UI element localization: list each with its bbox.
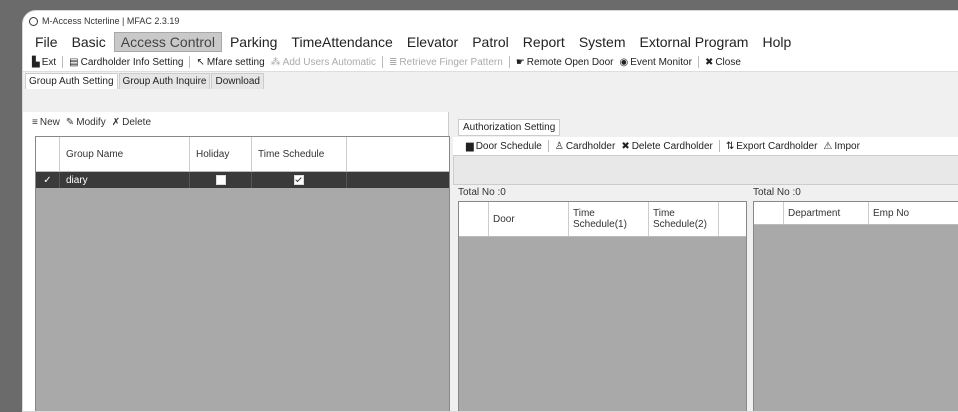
tab-group-auth-setting[interactable]: Group Auth Setting — [25, 73, 118, 89]
retrieve-finger-button[interactable]: ≣ Retrieve Finger Pattern — [386, 57, 506, 68]
menu-basic[interactable]: Basic — [66, 33, 112, 51]
cardholder-info-button[interactable]: ▤ Cardholder Info Setting — [66, 57, 186, 68]
exit-button[interactable]: ▙ Ext — [29, 57, 59, 68]
new-icon: ≡ — [32, 116, 38, 128]
app-icon — [29, 16, 38, 26]
new-button[interactable]: ≡ New — [29, 117, 63, 128]
close-button[interactable]: ✖ Close — [702, 57, 744, 68]
holiday-cell — [190, 172, 252, 188]
remote-open-door-button[interactable]: ☛ Remote Open Door — [513, 57, 617, 68]
person-icon: ♙ — [554, 140, 564, 152]
toolbar-separator — [189, 56, 191, 68]
delete-icon: ✗ — [111, 116, 121, 128]
column-time-schedule-2[interactable]: Time Schedule(2) — [649, 202, 719, 236]
toolbar-separator — [508, 56, 510, 68]
menu-patrol[interactable]: Patrol — [466, 33, 515, 51]
menu-system[interactable]: System — [573, 33, 632, 51]
menu-elevator[interactable]: Elevator — [401, 33, 464, 51]
group-panel: ≡ New ✎ Modify ✗ Delete Group Name Holiday … — [23, 112, 450, 411]
close-icon: ✖ — [704, 56, 714, 68]
add-users-button[interactable]: ⁂ Add Users Automatic — [268, 57, 379, 68]
toolbar-separator — [382, 56, 384, 68]
row-selector: ✓ — [36, 172, 60, 188]
door-schedule-button[interactable]: ▆ Door Schedule — [463, 141, 545, 152]
modify-button[interactable]: ✎ Modify — [63, 117, 109, 128]
column-door[interactable]: Door — [489, 202, 569, 236]
menu-help[interactable]: Holp — [756, 33, 797, 51]
column-group-name[interactable]: Group Name — [60, 137, 190, 171]
tab-group-auth-inquire[interactable]: Group Auth Inquire — [118, 73, 211, 89]
group-toolbar: ≡ New ✎ Modify ✗ Delete — [23, 112, 448, 132]
toolbar-separator — [718, 140, 720, 152]
delete-cardholder-button[interactable]: ✖ Delete Cardholder — [618, 141, 716, 152]
remote-icon: ☛ — [515, 56, 525, 68]
app-window: M-Access Ncterline | MFAC 2.3.19 File Ba… — [22, 10, 958, 412]
tab-authorization-setting[interactable]: Authorization Setting — [458, 119, 561, 136]
cardholder-info-icon: ▤ — [69, 56, 79, 68]
cardholder-button[interactable]: ♙ Cardholder — [552, 141, 618, 152]
column-time-schedule-1[interactable]: Time Schedule(1) — [569, 202, 649, 236]
column-department[interactable]: Department — [784, 202, 869, 224]
door-grid[interactable]: Door Time Schedule(1) Time Schedule(2) — [458, 201, 747, 411]
toolbar-separator — [697, 56, 699, 68]
menu-time-attendance[interactable]: TimeAttendance — [285, 33, 398, 51]
import-button[interactable]: ⚠ Impor — [820, 141, 863, 152]
row-header-cell — [459, 202, 489, 236]
mifare-icon: ↖ — [196, 56, 205, 68]
warning-icon: ⚠ — [823, 140, 833, 152]
menu-report[interactable]: Report — [517, 33, 571, 51]
time-schedule-checkbox[interactable] — [294, 175, 304, 185]
tab-download[interactable]: Download — [211, 73, 264, 89]
column-holiday[interactable]: Holiday — [190, 137, 252, 171]
row-header-cell — [754, 202, 784, 224]
door-schedule-icon: ▆ — [466, 140, 474, 152]
door-total-count: Total No :0 — [458, 187, 506, 198]
menu-bar: File Basic Access Control Parking TimeAt… — [23, 31, 958, 53]
time-schedule-cell — [252, 172, 347, 188]
toolbar-separator — [547, 140, 549, 152]
export-cardholder-button[interactable]: ⇅ Export Cardholder — [723, 141, 821, 152]
title-bar: M-Access Ncterline | MFAC 2.3.19 — [23, 11, 958, 31]
table-row[interactable]: ✓ diary — [36, 172, 449, 188]
cardholder-total-count: Total No :0 — [753, 187, 801, 198]
event-monitor-button[interactable]: ◉ Event Monitor — [617, 57, 695, 68]
main-toolbar: ▙ Ext ▤ Cardholder Info Setting ↖ Mfare set… — [23, 53, 958, 72]
cardholder-grid-header: Department Emp No — [754, 202, 958, 225]
menu-external-program[interactable]: Extornal Program — [634, 33, 755, 51]
eye-icon: ◉ — [619, 56, 629, 68]
group-grid[interactable]: Group Name Holiday Time Schedule ✓ diary — [35, 136, 450, 411]
holiday-checkbox[interactable] — [215, 175, 226, 185]
row-header-cell — [36, 137, 60, 171]
mifare-setting-button[interactable]: ↖ Mfare setting — [193, 57, 267, 68]
window-title: M-Access Ncterline | MFAC 2.3.19 — [42, 16, 180, 26]
column-emp-no[interactable]: Emp No — [869, 202, 958, 224]
export-icon: ⇅ — [725, 140, 735, 152]
menu-file[interactable]: File — [29, 33, 64, 51]
authorization-filter-panel — [453, 155, 958, 185]
modify-icon: ✎ — [65, 116, 75, 128]
menu-access-control[interactable]: Access Control — [113, 32, 222, 52]
delete-icon: ✖ — [621, 140, 630, 152]
finger-icon: ≣ — [389, 56, 398, 68]
toolbar-separator — [62, 56, 64, 68]
authorization-panel: Authorization Setting ▆ Door Schedule ♙ Ca… — [453, 119, 958, 411]
main-tabs: Group Auth Setting Group Auth Inquire Do… — [23, 72, 958, 89]
cardholder-grid[interactable]: Department Emp No — [753, 201, 958, 411]
add-users-icon: ⁂ — [270, 56, 281, 68]
column-time-schedule[interactable]: Time Schedule — [252, 137, 347, 171]
authorization-toolbar: ▆ Door Schedule ♙ Cardholder ✖ Delete Cardh… — [453, 137, 958, 155]
group-grid-header: Group Name Holiday Time Schedule — [36, 137, 449, 172]
exit-icon: ▙ — [32, 56, 40, 68]
menu-parking[interactable]: Parking — [224, 33, 283, 51]
delete-button[interactable]: ✗ Delete — [109, 117, 154, 128]
group-name-cell: diary — [60, 172, 190, 188]
door-grid-header: Door Time Schedule(1) Time Schedule(2) — [459, 202, 746, 237]
